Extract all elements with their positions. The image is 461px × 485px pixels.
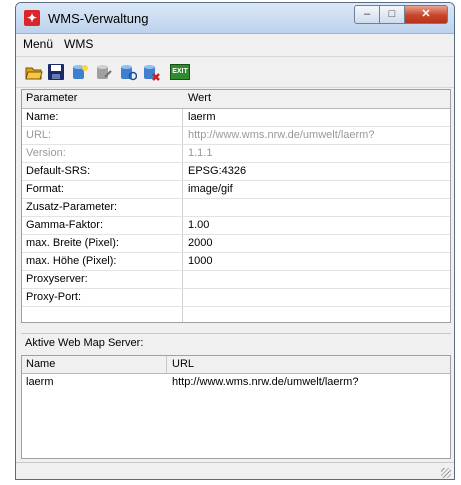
property-row[interactable]: Proxy-Port: <box>22 289 450 307</box>
menu-item-wms[interactable]: WMS <box>64 37 93 51</box>
properties-header: Parameter Wert <box>22 90 450 109</box>
property-name: Proxyserver: <box>26 273 88 285</box>
server-row[interactable]: laerm http://www.wms.nrw.de/umwelt/laerm… <box>22 374 450 391</box>
properties-grid: Parameter Wert Name: laerm URL: http://www.… <box>21 89 451 323</box>
property-name: max. Breite (Pixel): <box>26 237 119 249</box>
property-value[interactable]: 1.1.1 <box>188 145 212 162</box>
property-row[interactable]: Version: 1.1.1 <box>22 145 450 163</box>
status-bar <box>16 462 454 479</box>
server-name: laerm <box>26 376 54 388</box>
window-title: WMS-Verwaltung <box>48 11 149 26</box>
refresh-server-icon[interactable] <box>119 63 137 81</box>
menu-item-menu[interactable]: Menü <box>23 37 53 51</box>
property-row[interactable]: Gamma-Faktor: 1.00 <box>22 217 450 235</box>
property-name: Zusatz-Parameter: <box>26 201 118 213</box>
property-row[interactable]: URL: http://www.wms.nrw.de/umwelt/laerm? <box>22 127 450 145</box>
server-list: Name URL laerm http://www.wms.nrw.de/umw… <box>21 355 451 459</box>
property-value[interactable]: 1000 <box>188 253 212 270</box>
property-value[interactable]: 2000 <box>188 235 212 252</box>
property-value[interactable]: http://www.wms.nrw.de/umwelt/laerm? <box>188 127 374 144</box>
property-name: Name: <box>26 111 59 123</box>
property-name: URL: <box>26 129 52 141</box>
header-wert: Wert <box>188 92 212 104</box>
close-button[interactable]: ✕ <box>404 5 448 24</box>
server-list-header: Name URL <box>22 356 450 374</box>
header-url[interactable]: URL <box>172 356 194 373</box>
header-divider[interactable] <box>166 356 167 373</box>
header-parameter: Parameter <box>26 92 78 104</box>
property-name: Proxy-Port: <box>26 291 82 303</box>
property-name: Gamma-Faktor: <box>26 219 104 231</box>
add-server-icon[interactable] <box>71 63 89 81</box>
property-row[interactable]: Zusatz-Parameter: <box>22 199 450 217</box>
save-icon[interactable] <box>47 63 65 81</box>
delete-server-icon[interactable] <box>142 63 160 81</box>
property-value[interactable]: 1.00 <box>188 217 209 234</box>
exit-icon[interactable]: EXIT <box>170 64 190 80</box>
resize-grip-icon[interactable] <box>441 468 451 478</box>
property-row[interactable]: max. Höhe (Pixel): 1000 <box>22 253 450 271</box>
property-row[interactable]: Format: image/gif <box>22 181 450 199</box>
maximize-button[interactable]: □ <box>379 5 405 24</box>
property-row[interactable]: Proxyserver: <box>22 271 450 289</box>
property-name: Version: <box>26 147 66 159</box>
minimize-button[interactable]: – <box>354 5 380 24</box>
title-bar[interactable]: ✦ WMS-Verwaltung – □ ✕ <box>16 3 454 34</box>
menu-bar: Menü WMS <box>16 34 454 55</box>
server-url: http://www.wms.nrw.de/umwelt/laerm? <box>172 376 359 388</box>
property-row[interactable]: Name: laerm <box>22 109 450 127</box>
edit-server-icon[interactable] <box>95 63 113 81</box>
property-row[interactable]: Default-SRS: EPSG:4326 <box>22 163 450 181</box>
wms-window: ✦ WMS-Verwaltung – □ ✕ Menü WMS EXIT Par… <box>15 2 455 480</box>
app-icon: ✦ <box>24 10 40 26</box>
property-name: max. Höhe (Pixel): <box>26 255 117 267</box>
property-row[interactable]: max. Breite (Pixel): 2000 <box>22 235 450 253</box>
toolbar: EXIT <box>16 56 454 88</box>
property-name: Format: <box>26 183 64 195</box>
active-servers-label: Aktive Web Map Server: <box>21 333 451 351</box>
property-value[interactable]: image/gif <box>188 181 233 198</box>
property-value[interactable]: EPSG:4326 <box>188 163 246 180</box>
property-value[interactable]: laerm <box>188 109 216 126</box>
header-name[interactable]: Name <box>26 356 55 373</box>
property-name: Default-SRS: <box>26 165 91 177</box>
open-folder-icon[interactable] <box>25 63 43 81</box>
